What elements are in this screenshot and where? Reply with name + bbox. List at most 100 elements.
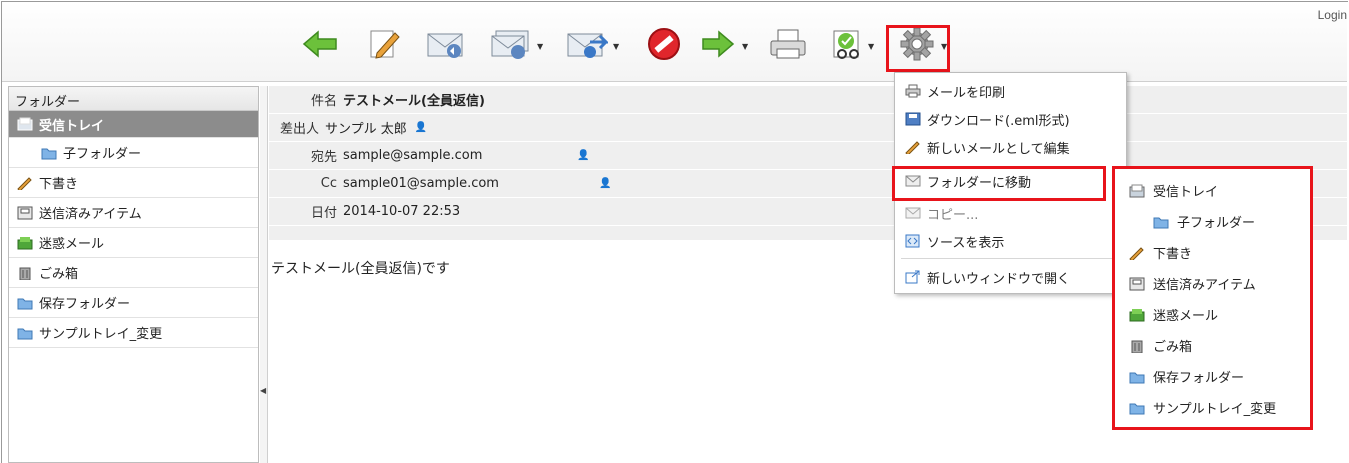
menu-item-print[interactable]: メールを印刷 [895,77,1126,105]
from-row: 差出人 サンプル 太郎 👤 [269,114,1347,142]
reply-button[interactable] [424,24,468,64]
collapse-arrow-icon[interactable]: ◀ [260,386,266,395]
pane-splitter[interactable]: ◀ [260,86,268,463]
pencil-icon [17,176,32,190]
folder-item-inbox[interactable]: 受信トレイ [9,111,258,138]
sent-icon [1129,277,1145,290]
move-to-folder-highlight-box [892,166,1106,201]
folder-pane-header: フォルダー [9,87,258,111]
subject-label: 件名 [310,94,337,109]
subject-row: 件名 テストメール(全員返信) [269,86,1347,114]
from-value: サンプル 太郎 [325,122,407,137]
pencil-icon [1129,246,1144,260]
menu-item-label: メールを印刷 [927,85,1006,101]
submenu-item-label: 保存フォルダー [1153,371,1245,386]
inbox-icon [17,117,33,131]
reply-all-mail-icon [491,30,529,59]
forward-dropdown-icon[interactable]: ▼ [613,42,619,51]
folder-label: 子フォルダー [63,147,142,162]
gear-highlight-box [886,25,950,72]
save-icon [905,112,921,126]
copy-mail-icon [905,207,921,219]
from-label: 差出人 [279,122,319,137]
new-window-icon [905,270,920,284]
submenu-item-label: ごみ箱 [1153,340,1193,355]
menu-item-edit-as-new[interactable]: 新しいメールとして編集 [895,133,1126,161]
menu-divider [901,258,1120,259]
print-icon [770,29,806,59]
move-folder-submenu: 受信トレイ 子フォルダー 下書き 送信済みアイテム 迷惑メール ごみ箱 保存フォ… [1112,166,1313,430]
submenu-item-child[interactable]: 子フォルダー [1115,206,1310,237]
date-value: 2014-10-07 22:53 [343,204,461,219]
move-arrow-icon [702,30,735,58]
folder-icon [17,328,33,339]
folder-item-junk[interactable]: 迷惑メール [9,228,258,258]
reply-all-dropdown-icon[interactable]: ▼ [537,42,543,51]
folder-icon [1129,372,1145,383]
mark-icon [833,30,859,59]
compose-button[interactable] [364,24,404,64]
submenu-item-label: 迷惑メール [1153,309,1219,324]
menu-item-label: コピー... [927,207,979,223]
sent-icon [17,206,33,219]
cc-value: sample01@sample.com [343,176,499,191]
submenu-item-archive[interactable]: 保存フォルダー [1115,361,1310,392]
folder-label: 保存フォルダー [39,297,131,312]
menu-item-view-source[interactable]: ソースを表示 [895,227,1126,255]
menu-item-label: ダウンロード(.eml形式) [927,113,1070,129]
submenu-item-label: 子フォルダー [1177,216,1256,231]
back-button[interactable] [300,24,340,64]
submenu-item-inbox[interactable]: 受信トレイ [1115,175,1310,206]
submenu-item-drafts[interactable]: 下書き [1115,237,1310,268]
folder-label: 下書き [39,177,79,192]
forward-mail-icon [567,33,608,58]
folder-item-trash[interactable]: ごみ箱 [9,258,258,288]
submenu-item-junk[interactable]: 迷惑メール [1115,299,1310,330]
menu-item-open-new-window[interactable]: 新しいウィンドウで開く [895,263,1126,291]
forward-button[interactable] [564,24,610,64]
junk-icon [17,236,33,249]
print-icon [905,84,921,98]
block-button[interactable] [642,24,686,64]
login-link[interactable]: Login [1318,8,1347,22]
menu-item-label: ソースを表示 [927,235,1005,251]
source-icon [905,234,920,248]
toolbar: Login ▼ ▼ ▼ ▼ ▼ [2,2,1347,82]
folder-icon [1153,217,1169,228]
reply-all-button[interactable] [488,24,534,64]
subject-value: テストメール(全員返信) [343,94,485,109]
folder-item-sent[interactable]: 送信済みアイテム [9,198,258,228]
folder-item-drafts[interactable]: 下書き [9,168,258,198]
folder-label: 送信済みアイテム [39,207,142,222]
menu-item-download[interactable]: ダウンロード(.eml形式) [895,105,1126,133]
menu-item-copy[interactable]: コピー... [895,199,1126,227]
stop-icon [648,28,680,60]
submenu-item-label: 受信トレイ [1153,185,1219,200]
to-label: 宛先 [310,150,337,165]
mark-button[interactable] [828,24,868,64]
folder-item-sample-tray[interactable]: サンプルトレイ_変更 [9,318,258,348]
submenu-item-sample-tray[interactable]: サンプルトレイ_変更 [1115,392,1310,423]
folder-icon [17,298,33,309]
compose-pencil-icon [370,30,400,59]
date-label: 日付 [310,206,337,221]
contact-icon[interactable]: 👤 [577,150,589,161]
submenu-item-trash[interactable]: ごみ箱 [1115,330,1310,361]
folder-icon [1129,403,1145,414]
folder-item-archive[interactable]: 保存フォルダー [9,288,258,318]
menu-item-label: 新しいウィンドウで開く [927,271,1071,287]
move-button[interactable] [698,24,738,64]
mark-dropdown-icon[interactable]: ▼ [868,42,874,51]
folder-pane: フォルダー 受信トレイ 子フォルダー 下書き 送信済みアイテム 迷惑メール ごみ… [8,86,259,463]
menu-item-label: 新しいメールとして編集 [927,141,1070,157]
print-button[interactable] [766,24,810,64]
to-value: sample@sample.com [343,148,483,163]
move-dropdown-icon[interactable]: ▼ [742,42,748,51]
folder-icon [41,148,57,159]
contact-icon[interactable]: 👤 [415,122,427,133]
folder-item-child[interactable]: 子フォルダー [9,138,258,168]
submenu-item-sent[interactable]: 送信済みアイテム [1115,268,1310,299]
inbox-icon [1129,184,1145,197]
folder-label: 迷惑メール [39,237,105,252]
contact-icon[interactable]: 👤 [599,178,611,189]
